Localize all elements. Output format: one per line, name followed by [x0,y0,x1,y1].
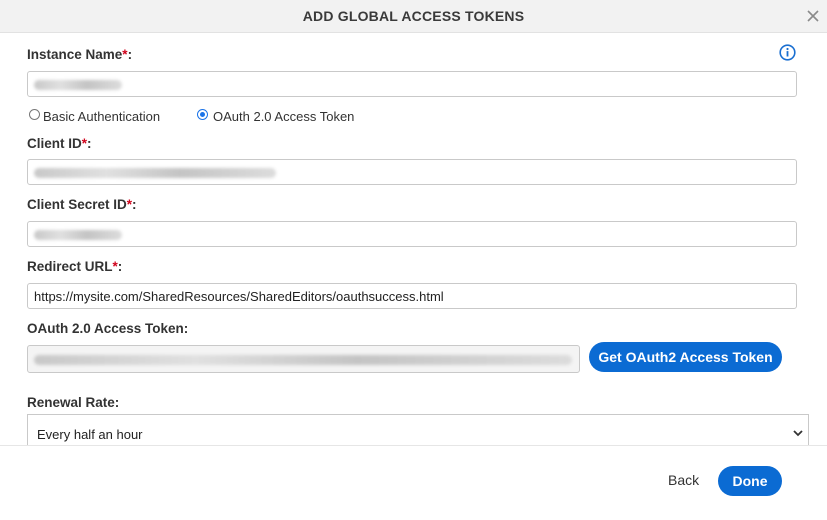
back-button[interactable]: Back [668,472,699,488]
info-icon[interactable] [779,44,796,61]
close-icon[interactable] [805,8,821,24]
get-access-token-button[interactable]: Get OAuth2 Access Token [589,342,782,372]
renewal-rate-value: Every half an hour [37,427,143,442]
redacted-value [34,80,122,90]
label-colon: : [117,259,123,274]
client-id-input[interactable] [27,159,797,185]
instance-name-text: Instance Name [27,47,123,62]
redacted-value [34,230,122,240]
instance-name-label: Instance Name*: [27,47,132,62]
access-token-label: OAuth 2.0 Access Token: [27,321,189,336]
access-token-input[interactable] [27,345,580,373]
oauth-label[interactable]: OAuth 2.0 Access Token [213,109,354,124]
redacted-value [34,355,572,365]
client-id-label: Client ID*: [27,136,92,151]
chevron-down-icon[interactable] [792,427,804,439]
redacted-value [34,168,276,178]
redirect-url-text: Redirect URL [27,259,113,274]
footer-divider [0,445,827,446]
basic-auth-radio[interactable] [29,109,40,120]
basic-auth-label[interactable]: Basic Authentication [43,109,160,124]
redirect-url-label: Redirect URL*: [27,259,122,274]
done-button[interactable]: Done [718,466,782,496]
instance-name-input[interactable] [27,71,797,97]
oauth-radio[interactable] [197,109,208,120]
renewal-rate-select[interactable]: Every half an hour [27,414,809,446]
client-id-text: Client ID [27,136,82,151]
label-colon: : [127,47,133,62]
redirect-url-value: https://mysite.com/SharedResources/Share… [34,289,444,304]
label-colon: : [87,136,92,151]
dialog-title: ADD GLOBAL ACCESS TOKENS [302,8,525,24]
client-secret-input[interactable] [27,221,797,247]
label-colon: : [132,197,137,212]
redirect-url-input[interactable]: https://mysite.com/SharedResources/Share… [27,283,797,309]
dialog-header: ADD GLOBAL ACCESS TOKENS [0,0,827,33]
renewal-rate-label: Renewal Rate: [27,395,120,410]
client-secret-label: Client Secret ID*: [27,197,137,212]
client-secret-text: Client Secret ID [27,197,127,212]
